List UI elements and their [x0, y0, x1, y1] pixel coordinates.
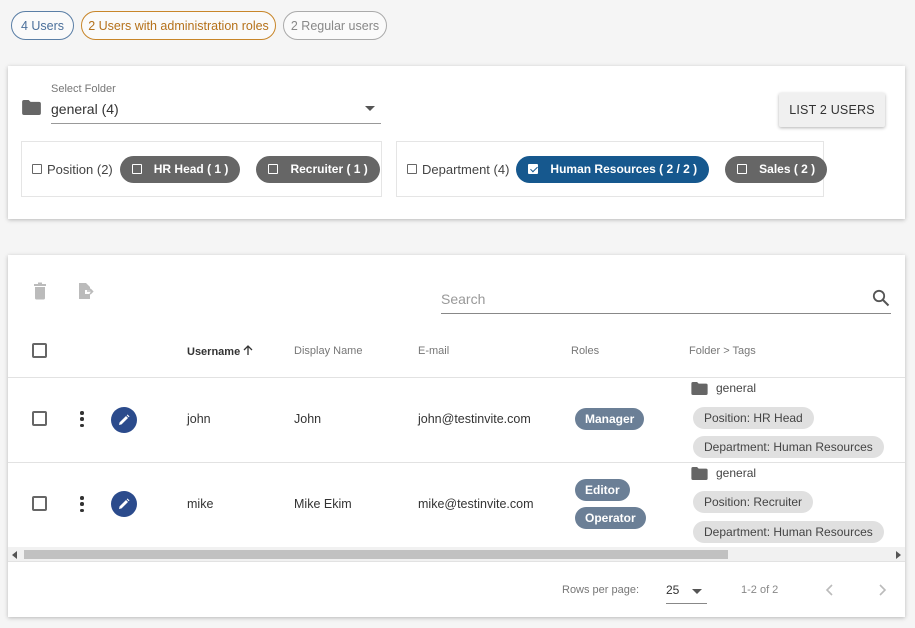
folder-icon — [691, 466, 708, 480]
username-cell: mike — [187, 497, 214, 511]
column-header-folder-tags[interactable]: Folder > Tags — [689, 345, 756, 357]
column-header-email[interactable]: E-mail — [418, 345, 449, 357]
email-cell: john@testinvite.com — [418, 412, 531, 426]
position-checkbox[interactable] — [32, 164, 42, 174]
checkbox-icon — [268, 164, 279, 174]
row-checkbox[interactable] — [32, 496, 47, 511]
rows-per-page-label: Rows per page: — [562, 584, 640, 596]
department-checkbox[interactable] — [407, 164, 417, 174]
checkbox-icon — [737, 164, 748, 174]
role-chip: Manager — [575, 408, 645, 430]
folder-select-label: Select Folder — [51, 83, 116, 95]
pencil-icon — [119, 414, 130, 425]
checkbox-checked-icon — [528, 164, 539, 174]
tag-chip-label: Sales ( 2 ) — [759, 162, 816, 176]
email-cell: mike@testinvite.com — [418, 497, 534, 511]
table-row: mike Mike Ekim mike@testinvite.com Edito… — [8, 463, 905, 548]
users-table-card: Search Username Display Name E-mail Role… — [8, 255, 905, 617]
list-users-button[interactable]: LIST 2 USERS — [779, 93, 885, 127]
filter-all-users-chip[interactable]: 4 Users — [11, 11, 74, 40]
chevron-left-icon[interactable] — [821, 581, 839, 599]
arrow-up-icon — [243, 345, 253, 355]
search-underline — [441, 313, 891, 314]
role-chip: Editor — [575, 479, 630, 501]
tag-chip-label: Recruiter ( 1 ) — [290, 162, 368, 176]
display-name-cell: Mike Ekim — [294, 497, 352, 511]
horizontal-scrollbar[interactable] — [8, 547, 905, 562]
folder-icon — [691, 381, 708, 395]
delete-icon[interactable] — [31, 282, 49, 300]
folder-icon — [22, 100, 41, 115]
pagination-range: 1-2 of 2 — [741, 584, 779, 596]
pencil-icon — [119, 498, 130, 509]
department-tag-group: Department (4) Human Resources ( 2 / 2 )… — [396, 141, 828, 197]
filter-admin-users-chip[interactable]: 2 Users with administration roles — [81, 11, 276, 40]
filter-regular-users-chip[interactable]: 2 Regular users — [283, 11, 387, 40]
position-tag-group: Position (2) HR Head ( 1 ) Recruiter ( 1… — [21, 141, 382, 197]
pagination-footer: Rows per page: 25 1-2 of 2 — [8, 565, 905, 617]
column-header-display-name[interactable]: Display Name — [294, 345, 362, 357]
chevron-down-icon[interactable] — [692, 589, 702, 594]
edit-button[interactable] — [111, 407, 137, 433]
tag-chip-sales[interactable]: Sales ( 2 ) — [725, 155, 828, 183]
row-checkbox[interactable] — [32, 411, 47, 426]
table-row: john John john@testinvite.com Manager ge… — [8, 378, 905, 463]
tag-chip-human-resources[interactable]: Human Resources ( 2 / 2 ) — [516, 155, 710, 183]
checkbox-icon — [131, 164, 142, 174]
folder-filter-card: Select Folder general (4) LIST 2 USERS P… — [8, 66, 905, 219]
scroll-left-icon[interactable] — [12, 551, 17, 559]
edit-button[interactable] — [111, 491, 137, 517]
table-header: Username Display Name E-mail Roles Folde… — [8, 326, 905, 378]
tag-chip-label: HR Head ( 1 ) — [153, 162, 229, 176]
display-name-cell: John — [294, 412, 322, 426]
username-cell: john — [187, 412, 211, 426]
scrollbar-thumb[interactable] — [24, 550, 728, 559]
scroll-right-icon[interactable] — [896, 551, 901, 559]
folder-select-underline — [51, 123, 381, 124]
rows-per-page-select[interactable]: 25 — [666, 583, 679, 597]
chevron-down-icon[interactable] — [365, 106, 375, 111]
tag-chip-label: Human Resources ( 2 / 2 ) — [550, 162, 698, 176]
export-icon[interactable] — [77, 282, 95, 300]
department-group-label: Department (4) — [422, 161, 510, 177]
tag-chip-hr-head[interactable]: HR Head ( 1 ) — [119, 155, 241, 183]
role-chip: Operator — [575, 507, 646, 529]
more-vert-icon[interactable] — [80, 411, 84, 427]
folder-select[interactable]: general (4) — [51, 101, 119, 117]
column-header-roles[interactable]: Roles — [571, 345, 599, 357]
tag-chip: Department: Human Resources — [693, 521, 884, 543]
rows-per-page-underline — [666, 603, 707, 604]
select-all-checkbox[interactable] — [32, 343, 47, 358]
tag-chip: Position: Recruiter — [693, 491, 814, 513]
tag-chip: Position: HR Head — [693, 407, 814, 429]
tag-chip: Department: Human Resources — [693, 436, 884, 458]
search-input[interactable]: Search — [441, 291, 485, 307]
folder-label: general — [691, 466, 756, 480]
more-vert-icon[interactable] — [80, 496, 84, 512]
chevron-right-icon[interactable] — [873, 581, 891, 599]
tag-chip-recruiter[interactable]: Recruiter ( 1 ) — [256, 155, 380, 183]
folder-label: general — [691, 381, 756, 395]
column-header-username[interactable]: Username — [187, 345, 253, 358]
position-group-label: Position (2) — [47, 161, 113, 177]
search-icon[interactable] — [872, 289, 890, 307]
